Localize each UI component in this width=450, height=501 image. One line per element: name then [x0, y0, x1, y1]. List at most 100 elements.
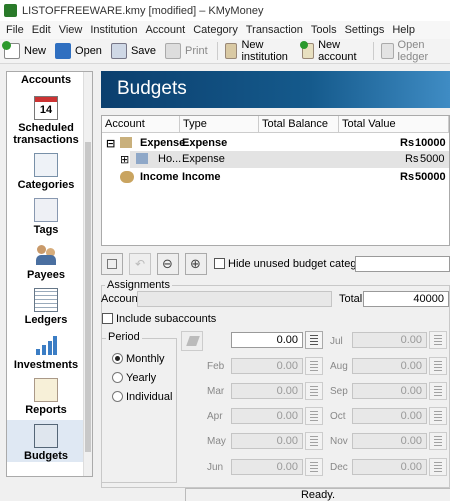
sidebar-item-reports[interactable]: Reports: [7, 378, 85, 416]
window-title: LISTOFFREEWARE.kmy [modified] – KMyMoney: [22, 4, 264, 17]
yearly-radio[interactable]: [112, 372, 123, 383]
eraser-icon: [186, 336, 200, 346]
calculator-icon[interactable]: [429, 331, 447, 349]
calculator-icon[interactable]: [429, 357, 447, 375]
month-field-mar[interactable]: 0.00: [231, 383, 303, 399]
expand-all-button[interactable]: ⊕: [185, 253, 207, 275]
categories-icon: [34, 153, 58, 177]
calculator-icon[interactable]: [305, 458, 323, 476]
month-label: Dec: [330, 462, 348, 473]
month-field-dec[interactable]: 0.00: [352, 459, 427, 475]
month-field-aug[interactable]: 0.00: [352, 358, 427, 374]
column-label: Type: [183, 118, 207, 130]
month-field-sep[interactable]: 0.00: [352, 383, 427, 399]
month-value: 0.00: [276, 334, 298, 346]
sidebar-item-scheduled-transactions[interactable]: 14 Scheduled transactions: [7, 96, 85, 146]
menu-transaction[interactable]: Transaction: [243, 24, 308, 36]
sidebar-item-budgets[interactable]: Budgets: [7, 420, 85, 462]
menu-settings[interactable]: Settings: [342, 24, 390, 36]
sidebar-scrollbar[interactable]: [83, 72, 92, 476]
collapse-icon[interactable]: ⊟: [106, 137, 115, 150]
monthly-radio[interactable]: [112, 353, 123, 364]
expand-icon[interactable]: ⊞: [120, 153, 129, 166]
include-subaccounts-checkbox[interactable]: [102, 313, 113, 324]
sidebar-item-payees[interactable]: Payees: [7, 243, 85, 281]
table-row[interactable]: Income Income Rs 50000: [102, 169, 449, 186]
month-field-jun[interactable]: 0.00: [231, 459, 303, 475]
column-header-total-value[interactable]: Total Value: [339, 116, 449, 133]
sidebar-item-categories[interactable]: Categories: [7, 153, 85, 191]
monthly-label: Monthly: [126, 353, 165, 365]
menu-account[interactable]: Account: [142, 24, 190, 36]
house-icon: [136, 153, 148, 164]
menu-institution[interactable]: Institution: [87, 24, 142, 36]
row-currency: Rs: [405, 153, 419, 165]
calculator-icon[interactable]: [305, 432, 323, 450]
month-field-nov[interactable]: 0.00: [352, 433, 427, 449]
row-value: 50000: [415, 171, 446, 183]
investments-icon: [34, 333, 58, 357]
column-header-type[interactable]: Type: [180, 116, 259, 133]
budgets-icon: [34, 424, 58, 448]
zoom-in-icon: ⊕: [190, 256, 201, 271]
sidebar-item-accounts[interactable]: Accounts: [7, 74, 85, 90]
open-ledger-button[interactable]: Open ledger: [381, 39, 441, 63]
reports-icon: [34, 378, 58, 402]
calculator-icon[interactable]: [429, 407, 447, 425]
row-type: Expense: [182, 153, 225, 165]
month-field-jul[interactable]: 0.00: [352, 332, 427, 348]
open-button[interactable]: Open: [55, 43, 102, 59]
month-value: 0.00: [400, 334, 422, 346]
clear-button[interactable]: [181, 331, 203, 351]
menu-view[interactable]: View: [56, 24, 88, 36]
scrollbar-thumb[interactable]: [85, 142, 91, 452]
column-header-account[interactable]: Account: [102, 116, 180, 133]
total-field[interactable]: 40000: [363, 291, 449, 307]
table-row[interactable]: ⊞ Ho... Expense Rs 5000: [120, 151, 449, 168]
account-field[interactable]: [137, 291, 332, 307]
calculator-icon[interactable]: [429, 432, 447, 450]
table-row[interactable]: ⊟ Expense Expense Rs 10000: [102, 135, 449, 152]
collapse-all-button[interactable]: ⊖: [157, 253, 179, 275]
month-label: May: [207, 436, 226, 447]
calculator-icon[interactable]: [305, 407, 323, 425]
save-budget-button[interactable]: [101, 253, 123, 275]
sidebar-item-ledgers[interactable]: Ledgers: [7, 288, 85, 326]
undo-budget-button[interactable]: ↶: [129, 253, 151, 275]
calculator-icon[interactable]: [305, 382, 323, 400]
new-account-button[interactable]: New account: [300, 39, 364, 63]
menu-tools[interactable]: Tools: [308, 24, 342, 36]
status-text: Ready.: [300, 489, 336, 501]
month-label: Mar: [207, 386, 225, 397]
calculator-icon[interactable]: [429, 382, 447, 400]
row-account-name: Income: [140, 171, 179, 183]
print-button[interactable]: Print: [165, 43, 208, 59]
calculator-icon[interactable]: [429, 458, 447, 476]
search-input[interactable]: [355, 256, 450, 272]
zoom-out-icon: ⊖: [162, 256, 173, 271]
new-button[interactable]: New: [2, 41, 46, 59]
sidebar-item-tags[interactable]: Tags: [7, 198, 85, 236]
calculator-icon[interactable]: [305, 331, 323, 349]
menu-file[interactable]: File: [3, 24, 29, 36]
hide-unused-checkbox[interactable]: [214, 258, 225, 269]
month-field-feb[interactable]: 0.00: [231, 358, 303, 374]
menu-category[interactable]: Category: [190, 24, 243, 36]
month-field-jan[interactable]: 0.00: [231, 332, 303, 348]
column-header-total-balance[interactable]: Total Balance: [259, 116, 339, 133]
save-button[interactable]: Save: [110, 43, 156, 59]
menu-help[interactable]: Help: [389, 24, 420, 36]
month-value: 0.00: [276, 435, 298, 447]
open-ledger-label: Open ledger: [397, 39, 429, 63]
sidebar-item-investments[interactable]: Investments: [7, 333, 85, 371]
month-field-oct[interactable]: 0.00: [352, 408, 427, 424]
individual-radio[interactable]: [112, 391, 123, 402]
menu-edit[interactable]: Edit: [29, 24, 56, 36]
month-field-may[interactable]: 0.00: [231, 433, 303, 449]
month-value: 0.00: [400, 410, 422, 422]
row-currency: Rs: [400, 137, 415, 149]
new-file-icon: [2, 41, 20, 59]
new-institution-button[interactable]: New institution: [225, 39, 293, 63]
calculator-icon[interactable]: [305, 357, 323, 375]
month-field-apr[interactable]: 0.00: [231, 408, 303, 424]
